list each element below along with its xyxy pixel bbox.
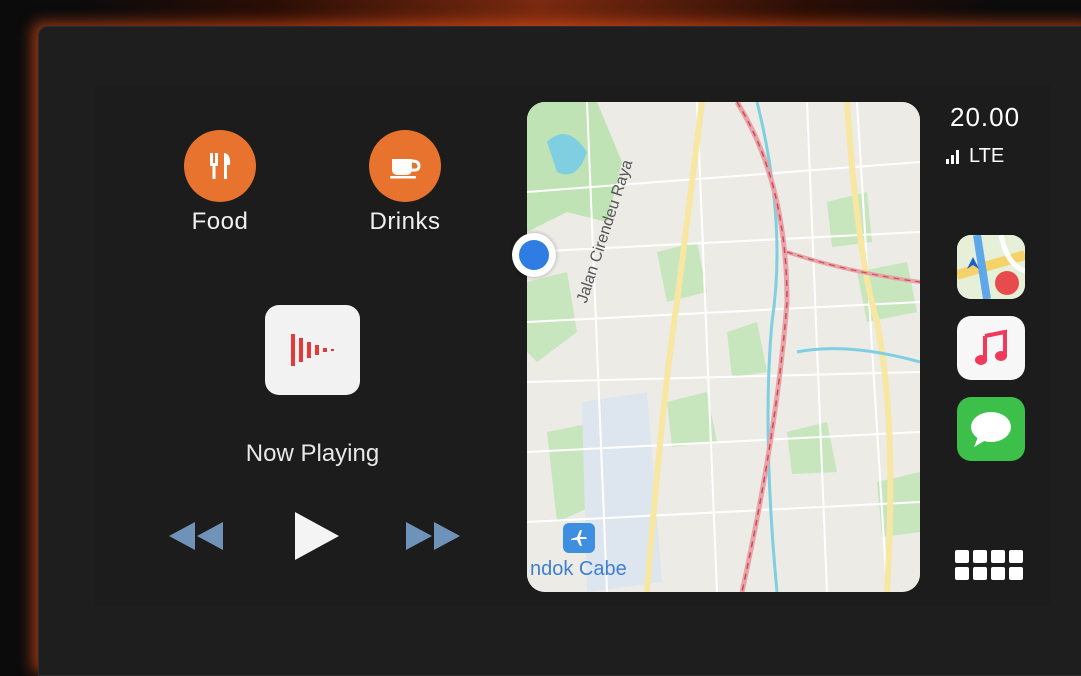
rewind-button[interactable]: [165, 518, 227, 559]
network-label: LTE: [969, 145, 1005, 167]
fast-forward-icon: [406, 522, 460, 550]
fork-knife-icon: [184, 130, 256, 202]
airplane-icon: [563, 523, 595, 553]
coffee-cup-icon: [369, 130, 441, 202]
food-label: Food: [191, 208, 249, 235]
podcast-bars-icon: [290, 334, 334, 366]
clock: 20.00: [950, 102, 1021, 132]
now-playing-tile[interactable]: [265, 305, 360, 395]
app-grid-button[interactable]: [955, 550, 1027, 584]
drinks-button[interactable]: Drinks: [360, 130, 450, 236]
food-button[interactable]: Food: [175, 130, 265, 236]
music-app-icon[interactable]: [957, 316, 1025, 380]
poi-label: ndok Cabe: [530, 558, 627, 580]
maps-app-icon[interactable]: [957, 235, 1025, 299]
map-view[interactable]: [527, 102, 920, 592]
now-playing-label: Now Playing: [245, 440, 380, 467]
signal-status: LTE: [946, 145, 1004, 168]
play-icon: [295, 512, 339, 560]
signal-bars-icon: [946, 149, 959, 164]
rewind-icon: [169, 522, 223, 550]
map-graphic: [527, 102, 920, 592]
fast-forward-button[interactable]: [402, 518, 464, 559]
app-grid-icon: [955, 550, 969, 563]
current-location-icon: [512, 233, 556, 277]
drinks-label: Drinks: [369, 208, 441, 235]
messages-app-icon[interactable]: [957, 397, 1025, 461]
play-button[interactable]: [293, 510, 341, 567]
